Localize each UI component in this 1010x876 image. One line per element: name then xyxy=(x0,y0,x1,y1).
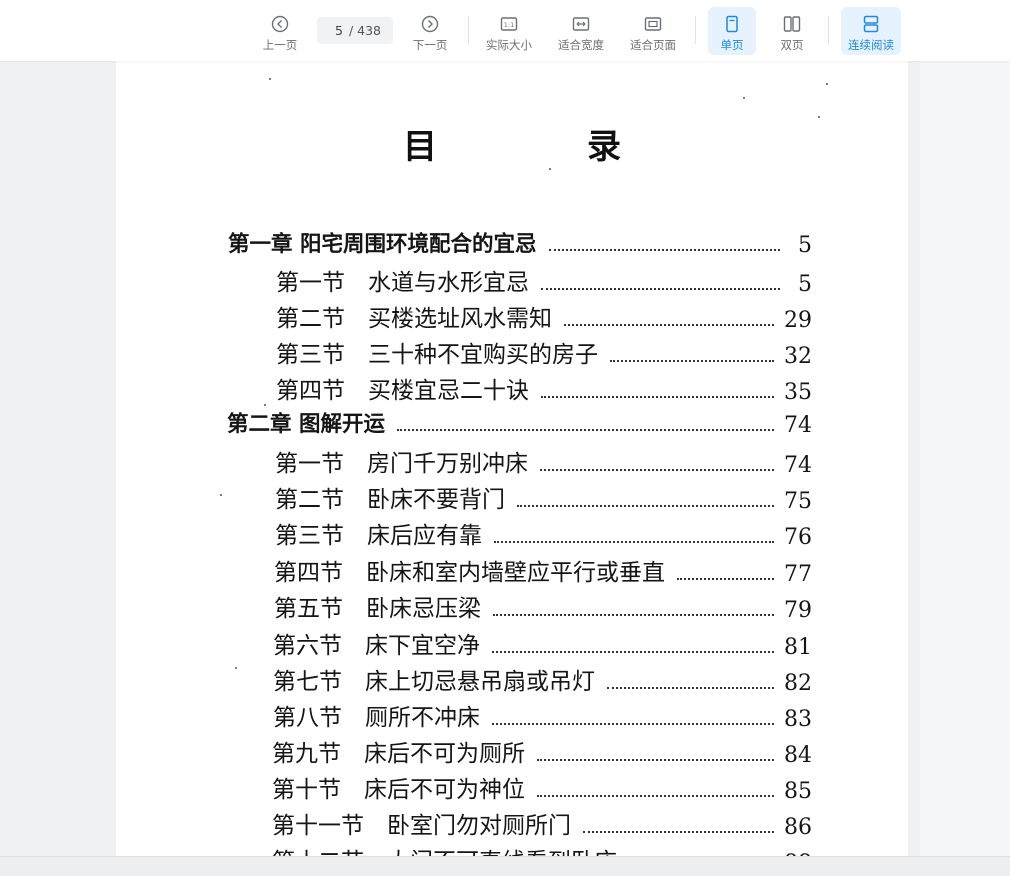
scan-speck xyxy=(269,78,271,80)
next-page-button[interactable]: 下一页 xyxy=(406,7,454,55)
leader-dots xyxy=(677,577,774,580)
toc-row[interactable]: 第四节 卧床和室内墙壁应平行或垂直 77 xyxy=(274,553,812,587)
double-page-icon xyxy=(783,16,801,32)
leader-dots xyxy=(548,248,780,251)
scan-speck xyxy=(264,404,266,406)
leader-dots xyxy=(494,540,774,543)
toc-row[interactable]: 第九节 床后不可为厕所 84 xyxy=(272,734,812,768)
chevron-left-circle-icon xyxy=(271,15,289,33)
leader-dots xyxy=(540,468,774,471)
leader-dots xyxy=(541,287,780,290)
actual-size-icon: 1:1 xyxy=(500,17,518,31)
leader-dots xyxy=(537,794,774,797)
leader-dots xyxy=(564,323,774,326)
fit-width-button[interactable]: 适合宽度 xyxy=(553,7,609,55)
page-number-input[interactable] xyxy=(328,23,349,38)
double-page-button[interactable]: 双页 xyxy=(768,7,816,55)
continuous-reading-icon xyxy=(863,15,879,33)
chevron-right-circle-icon xyxy=(421,15,439,33)
scan-speck xyxy=(235,667,237,669)
toolbar-divider xyxy=(468,16,469,44)
fit-page-label: 适合页面 xyxy=(630,38,676,52)
single-page-icon xyxy=(726,15,738,33)
prev-page-label: 上一页 xyxy=(262,38,298,52)
actual-size-button[interactable]: 1:1 实际大小 xyxy=(481,7,537,55)
leader-dots xyxy=(492,650,774,653)
toc-row[interactable]: 第二节 买楼选址风水需知 29 xyxy=(276,299,812,333)
fit-page-button[interactable]: 适合页面 xyxy=(625,7,681,55)
single-page-button[interactable]: 单页 xyxy=(708,7,756,55)
fit-width-icon xyxy=(572,17,590,31)
side-panel xyxy=(920,61,1010,856)
toc-row[interactable]: 第二章 图解开运 74 xyxy=(227,407,812,438)
leader-dots xyxy=(607,686,774,689)
next-page-label: 下一页 xyxy=(412,38,448,52)
scan-speck xyxy=(743,97,745,99)
fit-width-label: 适合宽度 xyxy=(558,38,604,52)
toc-title: 目 录 xyxy=(403,127,679,167)
toc-row[interactable]: 第一节 水道与水形宜忌 5 xyxy=(276,263,812,297)
svg-text:1:1: 1:1 xyxy=(504,21,514,29)
toolbar-divider xyxy=(695,16,696,44)
scan-speck xyxy=(549,168,551,170)
reader-toolbar: 上一页 / 438 下一页 1:1 实际大小 适合宽度 适合页面 xyxy=(0,0,1010,61)
leader-dots xyxy=(541,395,774,398)
toc-row[interactable]: 第二节 卧床不要背门 75 xyxy=(275,480,812,514)
toc-row[interactable]: 第五节 卧床忌压梁 79 xyxy=(274,589,812,623)
scan-speck xyxy=(826,83,828,85)
toc-row[interactable]: 第一章 阳宅周围环境配合的宜忌 5 xyxy=(228,227,812,258)
leader-dots xyxy=(492,722,774,725)
fit-page-icon xyxy=(644,17,662,31)
scan-speck xyxy=(818,116,820,118)
continuous-reading-label: 连续阅读 xyxy=(848,38,894,52)
double-page-label: 双页 xyxy=(780,38,804,52)
toc-row[interactable]: 第十一节 卧室门勿对厕所门 86 xyxy=(272,806,812,840)
toc-row[interactable]: 第一节 房门千万别冲床 74 xyxy=(275,444,812,478)
leader-dots xyxy=(397,428,774,431)
toc-row[interactable]: 第六节 床下宜空净 81 xyxy=(273,626,812,660)
prev-page-button[interactable]: 上一页 xyxy=(256,7,304,55)
single-page-label: 单页 xyxy=(720,38,744,52)
toc-row[interactable]: 第三节 三十种不宜购买的房子 32 xyxy=(276,335,812,369)
leader-dots xyxy=(583,830,774,833)
leader-dots xyxy=(610,359,774,362)
leader-dots xyxy=(517,504,774,507)
toc-row[interactable]: 第七节 床上切忌悬吊扇或吊灯 82 xyxy=(273,662,812,696)
total-pages: / 438 xyxy=(348,23,382,38)
page-indicator: / 438 xyxy=(317,17,393,44)
toc-row[interactable]: 第十节 床后不可为神位 85 xyxy=(272,770,812,804)
bottom-bar xyxy=(0,856,1010,876)
scan-speck xyxy=(220,494,222,496)
leader-dots xyxy=(493,613,774,616)
toolbar-divider xyxy=(828,16,829,44)
toc-row[interactable]: 第三节 床后应有靠 76 xyxy=(275,516,812,550)
toc-row[interactable]: 第四节 买楼宜忌二十诀 35 xyxy=(276,371,812,405)
actual-size-label: 实际大小 xyxy=(486,38,532,52)
leader-dots xyxy=(537,758,774,761)
toc-row[interactable]: 第八节 厕所不冲床 83 xyxy=(273,698,812,732)
toc-row[interactable]: 第十二节 大门不可直线看到卧床 88 xyxy=(272,842,812,856)
continuous-reading-button[interactable]: 连续阅读 xyxy=(841,7,901,55)
document-page: 目 录 第一章 阳宅周围环境配合的宜忌 5 第一节 水道与水形宜忌 5 第二节 … xyxy=(116,61,908,856)
